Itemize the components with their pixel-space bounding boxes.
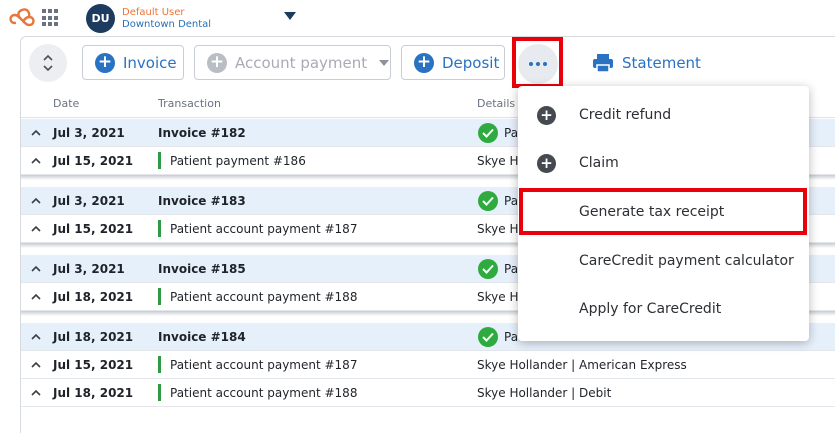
payment-indicator: [158, 220, 161, 237]
payment-indicator: [158, 384, 161, 401]
account-payment-button-label: Account payment: [235, 53, 368, 72]
user-name[interactable]: Default User: [122, 7, 185, 18]
printer-icon: [593, 54, 613, 73]
plus-circle-icon: +: [95, 52, 115, 73]
chevron-up-icon[interactable]: [30, 291, 42, 303]
menu-item-label: Generate tax receipt: [579, 204, 725, 220]
row-transaction-label: Patient account payment #187: [170, 221, 358, 236]
account-payment-button[interactable]: + Account payment: [194, 45, 391, 80]
row-date: Jul 3, 2021: [53, 125, 125, 140]
row-transaction: Invoice #182: [158, 125, 246, 140]
avatar[interactable]: DU: [86, 4, 115, 33]
deposit-button-label: Deposit: [442, 53, 500, 72]
row-transaction: Invoice #183: [158, 193, 246, 208]
row-details: Skye Hollander | Debit: [477, 385, 612, 400]
column-header-transaction[interactable]: Transaction: [158, 97, 221, 110]
plus-circle-icon: +: [537, 105, 556, 125]
row-details: Skye Hollander | American Express: [477, 357, 687, 372]
chevron-up-icon[interactable]: [30, 195, 42, 207]
menu-item-credit-refund[interactable]: + Credit refund: [518, 91, 809, 139]
chevron-down-icon[interactable]: [284, 12, 296, 20]
dot: [529, 62, 533, 66]
menu-item-label: Claim: [579, 155, 619, 171]
row-transaction-label: Patient account payment #188: [170, 385, 358, 400]
check-circle-icon: [478, 259, 498, 279]
row-transaction: Invoice #185: [158, 261, 246, 276]
apps-grid-icon[interactable]: [42, 9, 60, 27]
check-circle-icon: [478, 191, 498, 211]
row-transaction: Patient payment #186: [158, 152, 306, 169]
chevron-up-icon[interactable]: [30, 223, 42, 235]
menu-item-carecredit-calculator[interactable]: CareCredit payment calculator: [518, 237, 809, 285]
chevron-up-icon[interactable]: [30, 263, 42, 275]
statement-button[interactable]: Statement: [592, 52, 701, 74]
plus-circle-icon: +: [207, 52, 227, 73]
column-header-date[interactable]: Date: [53, 97, 79, 110]
invoice-button-label: Invoice: [123, 53, 177, 72]
logo-icon[interactable]: [6, 6, 38, 30]
plus-circle-icon: +: [537, 153, 556, 173]
row-date: Jul 3, 2021: [53, 261, 125, 276]
chevron-down-icon: [379, 59, 390, 66]
chevron-up-icon[interactable]: [30, 387, 42, 399]
statement-button-label: Statement: [622, 54, 701, 72]
invoice-button[interactable]: + Invoice: [82, 45, 184, 80]
row-transaction: Patient account payment #187: [158, 356, 357, 373]
row-details: Pa: [504, 125, 519, 140]
chevron-up-icon[interactable]: [30, 155, 42, 167]
row-transaction-label: Patient account payment #188: [170, 289, 358, 304]
row-transaction-label: Patient payment #186: [170, 153, 306, 168]
row-date: Jul 18, 2021: [53, 385, 134, 400]
payment-indicator: [158, 152, 161, 169]
payment-indicator: [158, 356, 161, 373]
chevron-up-icon[interactable]: [30, 127, 42, 139]
dot: [536, 62, 540, 66]
row-transaction: Invoice #184: [158, 329, 246, 344]
expand-collapse-icon: [43, 54, 53, 72]
row-transaction-label: Patient account payment #187: [170, 357, 358, 372]
top-bar: DU Default User Downtown Dental: [0, 0, 835, 36]
payment-row[interactable]: Jul 18, 2021 Patient account payment #18…: [21, 379, 835, 407]
row-date: Jul 18, 2021: [53, 289, 134, 304]
row-date: Jul 15, 2021: [53, 153, 134, 168]
menu-item-label: CareCredit payment calculator: [579, 253, 794, 269]
row-transaction: Patient account payment #187: [158, 220, 357, 237]
menu-item-apply-carecredit[interactable]: Apply for CareCredit: [518, 285, 809, 333]
plus-circle-icon: +: [414, 52, 434, 73]
row-date: Jul 3, 2021: [53, 193, 125, 208]
row-transaction: Patient account payment #188: [158, 384, 357, 401]
row-details: Pa: [504, 193, 519, 208]
check-circle-icon: [478, 123, 498, 143]
expand-collapse-button[interactable]: [29, 44, 67, 82]
chevron-up-icon[interactable]: [30, 331, 42, 343]
more-options-menu: + Credit refund + Claim Generate tax rec…: [518, 86, 809, 341]
menu-item-claim[interactable]: + Claim: [518, 139, 809, 187]
row-date: Jul 18, 2021: [53, 329, 134, 344]
column-header-details[interactable]: Details: [477, 97, 515, 110]
row-date: Jul 15, 2021: [53, 357, 134, 372]
dot: [543, 62, 547, 66]
user-organization[interactable]: Downtown Dental: [122, 19, 211, 30]
menu-item-generate-tax-receipt[interactable]: Generate tax receipt: [518, 188, 809, 236]
check-circle-icon: [478, 327, 498, 347]
deposit-button[interactable]: + Deposit: [401, 45, 505, 80]
row-transaction: Patient account payment #188: [158, 288, 357, 305]
row-date: Jul 15, 2021: [53, 221, 134, 236]
menu-item-label: Credit refund: [579, 107, 672, 123]
more-options-button[interactable]: [518, 44, 558, 84]
row-details: Pa: [504, 261, 519, 276]
menu-item-label: Apply for CareCredit: [579, 301, 722, 317]
payment-indicator: [158, 288, 161, 305]
chevron-up-icon[interactable]: [30, 359, 42, 371]
row-details: Pa: [504, 329, 519, 344]
payment-row[interactable]: Jul 15, 2021 Patient account payment #18…: [21, 351, 835, 379]
